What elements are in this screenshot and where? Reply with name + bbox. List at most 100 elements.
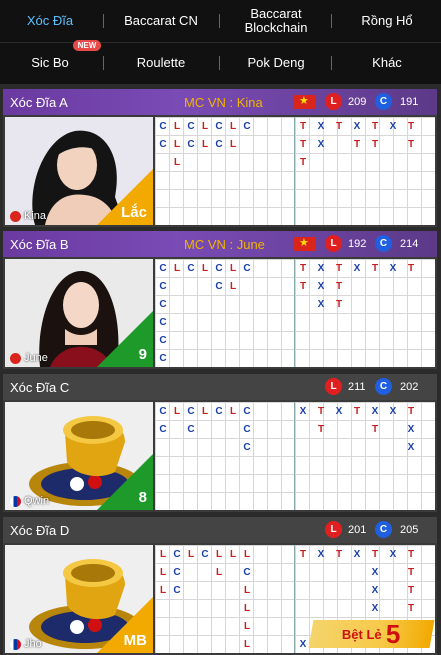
bead-l: L [173, 156, 181, 168]
bead-t: T [407, 584, 415, 596]
bead-x: X [353, 262, 361, 274]
tab-roulette[interactable]: Roulette [105, 43, 217, 83]
new-badge: NEW [73, 40, 101, 51]
mc-label: MC VN : Kina [184, 95, 263, 110]
bead-l: L [159, 548, 167, 560]
bead-t: T [335, 120, 343, 132]
host-panel[interactable]: MB Jho [5, 545, 153, 653]
bead-t: T [371, 138, 379, 150]
nav-divider [103, 14, 104, 28]
bead-l: L [201, 138, 209, 150]
bead-l: L [173, 262, 181, 274]
game-room-card[interactable]: Xóc Đĩa A MC VN : Kina L 209 C 191 Lắc K… [3, 89, 437, 227]
bead-x: X [317, 298, 325, 310]
bead-t: T [299, 120, 307, 132]
host-panel[interactable]: Lắc Kina [5, 117, 153, 225]
bead-c: C [243, 405, 251, 417]
bead-c: C [187, 138, 195, 150]
bead-t: T [371, 120, 379, 132]
bead-l: L [173, 405, 181, 417]
l-count: 209 [348, 96, 367, 108]
bead-x: X [389, 405, 397, 417]
bead-t: T [335, 262, 343, 274]
game-status-corner: 9 [97, 311, 153, 367]
host-flag-icon [10, 638, 21, 650]
room-header: Xóc Đĩa B MC VN : June L 192 C 214 [3, 231, 437, 257]
bead-x: X [317, 548, 325, 560]
room-name: Xóc Đĩa A [10, 95, 68, 110]
l-count: 192 [348, 238, 367, 250]
bead-c: C [159, 352, 167, 364]
bead-x: X [407, 441, 415, 453]
bead-l: L [229, 548, 237, 560]
bead-t: T [407, 566, 415, 578]
bead-t: T [299, 262, 307, 274]
bead-l: L [201, 120, 209, 132]
bead-x: X [353, 120, 361, 132]
bead-c: C [159, 316, 167, 328]
host-name: Qwin [24, 495, 50, 507]
tab-khac[interactable]: Khác [333, 43, 441, 83]
bead-c: C [243, 262, 251, 274]
l-count-icon: L [325, 521, 342, 538]
room-name: Xóc Đĩa B [10, 237, 69, 252]
game-status-text: 9 [138, 346, 147, 363]
grid-divider [294, 259, 295, 367]
host-name-tag: Qwin [10, 495, 49, 507]
host-name-tag: Jho [10, 638, 42, 650]
bead-t: T [299, 156, 307, 168]
bead-x: X [371, 602, 379, 614]
bead-c: C [159, 120, 167, 132]
tab-rong-ho[interactable]: Rồng Hổ [333, 0, 441, 42]
vietnam-flag-icon [293, 94, 315, 109]
bet-streak-number: 5 [386, 618, 401, 649]
bead-l: L [215, 566, 223, 578]
bead-x: X [317, 138, 325, 150]
bead-x: X [317, 262, 325, 274]
l-count-icon: L [325, 378, 342, 395]
bead-c: C [215, 280, 223, 292]
tab-baccarat-cn[interactable]: Baccarat CN [105, 0, 217, 42]
bead-l: L [187, 548, 195, 560]
bead-c: C [243, 423, 251, 435]
grid-divider [294, 545, 295, 653]
tab-baccarat-blockchain[interactable]: Baccarat Blockchain [221, 0, 331, 42]
game-room-card[interactable]: Xóc Đĩa B MC VN : June L 192 C 214 9 Jun… [3, 231, 437, 369]
host-panel[interactable]: 8 Qwin [5, 402, 153, 510]
host-flag-icon [10, 352, 21, 364]
bead-l: L [229, 405, 237, 417]
room-header: Xóc Đĩa D L 201 C 205 [3, 517, 437, 543]
c-count: 205 [400, 524, 419, 536]
c-count: 214 [400, 238, 419, 250]
bead-x: X [389, 548, 397, 560]
l-count-icon: L [325, 93, 342, 110]
game-room-card[interactable]: Xóc Đĩa C L 211 C 202 8 Qwin CLCLCLCCCCC… [3, 374, 437, 512]
tab-pok-deng[interactable]: Pok Deng [221, 43, 331, 83]
l-count: 211 [348, 381, 366, 393]
bead-c: C [187, 405, 195, 417]
host-name: Jho [24, 638, 42, 650]
bead-t: T [371, 548, 379, 560]
bead-l: L [229, 280, 237, 292]
bead-l: L [229, 120, 237, 132]
bead-t: T [407, 138, 415, 150]
bead-c: C [243, 120, 251, 132]
bead-x: X [317, 280, 325, 292]
bead-l: L [159, 584, 167, 596]
bead-c: C [159, 138, 167, 150]
room-header: Xóc Đĩa C L 211 C 202 [3, 374, 437, 400]
bead-l: L [243, 620, 251, 632]
bead-t: T [299, 280, 307, 292]
bead-c: C [159, 298, 167, 310]
room-name: Xóc Đĩa C [10, 380, 70, 395]
host-name: June [24, 352, 48, 364]
bead-x: X [389, 120, 397, 132]
bet-streak-label: Bệt Lẻ [342, 626, 383, 642]
bead-l: L [243, 638, 251, 650]
tab-xoc-dia[interactable]: Xóc Đĩa [0, 0, 100, 42]
c-count-icon: C [375, 521, 392, 538]
bead-road-grid: CLCLCLCCLCLCLLTXTXTXTTXTTTT [155, 117, 435, 225]
bead-x: X [407, 423, 415, 435]
bead-l: L [173, 120, 181, 132]
host-panel[interactable]: 9 June [5, 259, 153, 367]
